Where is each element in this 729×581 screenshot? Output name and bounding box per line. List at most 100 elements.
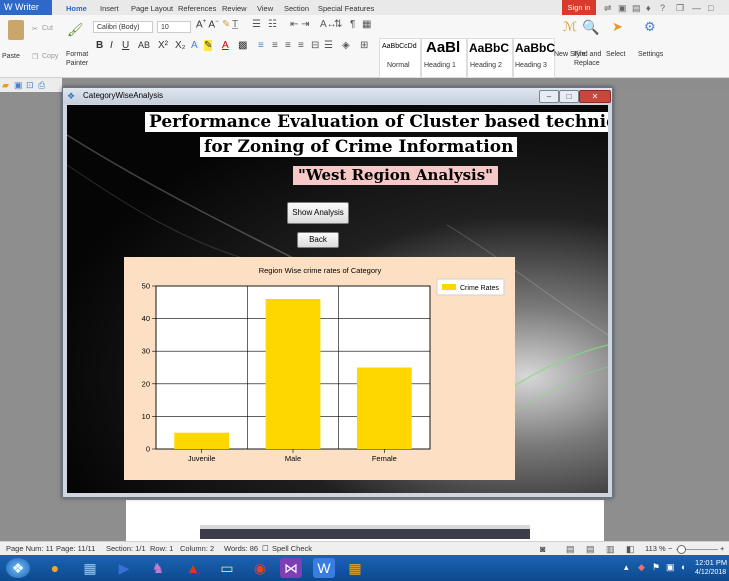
web-view-icon[interactable]: ▥ xyxy=(606,542,615,556)
borders-icon[interactable]: ⊞ xyxy=(360,40,368,51)
matlab-icon[interactable]: ▲ xyxy=(182,558,204,578)
skin-icon[interactable]: ▣ xyxy=(618,3,627,14)
numbering-icon[interactable]: ☷ xyxy=(268,19,277,30)
zoom-out-icon[interactable]: − xyxy=(668,542,672,556)
format-painter-icon[interactable]: 🖌 xyxy=(67,22,84,38)
shading-icon[interactable]: ◈ xyxy=(342,40,350,51)
show-analysis-button[interactable]: Show Analysis xyxy=(287,202,349,224)
paste-icon[interactable] xyxy=(8,20,24,40)
distribute-icon[interactable]: ⊟ xyxy=(311,40,319,51)
help-icon[interactable]: ? xyxy=(660,3,665,13)
select-button[interactable]: Select xyxy=(606,51,625,58)
font-name-select[interactable]: Calibri (Body) xyxy=(93,21,153,33)
paste-button[interactable]: Paste xyxy=(2,53,20,60)
checkbox-icon[interactable]: ☐ xyxy=(262,542,269,556)
gift-icon[interactable]: ♦ xyxy=(646,3,651,13)
tray-flag-icon[interactable]: ⚑ xyxy=(652,562,660,573)
sign-in-button[interactable]: Sign in xyxy=(562,0,596,15)
style-heading3[interactable]: AaBbC Heading 3 xyxy=(513,38,555,78)
style-heading2[interactable]: AaBbC Heading 2 xyxy=(467,38,513,78)
sort-icon[interactable]: ⇅ xyxy=(334,19,342,30)
indent-icon[interactable]: ⇤ ⇥ xyxy=(290,19,310,30)
open-folder-icon[interactable]: ▰ xyxy=(2,80,9,91)
writer-app-button[interactable]: W Writer xyxy=(0,0,52,15)
scissors-icon[interactable]: ✂ xyxy=(32,25,38,33)
clear-format-icon[interactable]: ✎ xyxy=(222,19,230,30)
line-spacing-icon[interactable]: ☰ xyxy=(324,40,333,51)
zoom-level[interactable]: 113 % xyxy=(645,542,666,556)
chrome-icon[interactable]: ◉ xyxy=(249,558,271,578)
tray-notification-icon[interactable]: ◆ xyxy=(638,562,645,573)
underline-icon[interactable]: U xyxy=(122,40,129,51)
app-taskbar-icon[interactable]: ▦ xyxy=(344,558,366,578)
align-left-icon[interactable]: ≡ xyxy=(258,40,264,51)
page-view-icon[interactable]: ▤ xyxy=(566,542,575,556)
reading-view-icon[interactable]: ◧ xyxy=(626,542,635,556)
format-painter-label-1[interactable]: Format xyxy=(66,51,88,58)
zoom-in-icon[interactable]: + xyxy=(720,542,724,556)
align-right-icon[interactable]: ≡ xyxy=(285,40,291,51)
tab-review[interactable]: Review xyxy=(222,2,247,15)
media-player-icon[interactable]: ▶ xyxy=(113,558,135,578)
print-preview-icon[interactable]: ⊡ xyxy=(26,80,34,91)
view-mode-icon[interactable]: ◙ xyxy=(540,542,545,556)
find-replace-icon[interactable]: 🔍 xyxy=(582,19,599,36)
justify-icon[interactable]: ≡ xyxy=(298,40,304,51)
window-maximize-button[interactable]: □ xyxy=(559,90,579,103)
tray-volume-icon[interactable]: ◖ xyxy=(680,562,685,572)
font-size-select[interactable]: 10 xyxy=(157,21,191,33)
text-effect-icon[interactable]: A xyxy=(191,40,198,51)
category-analysis-window[interactable]: ❖ CategoryWiseAnalysis – □ ✕ Performance… xyxy=(62,87,613,498)
phonetic-icon[interactable]: T̲ xyxy=(232,19,238,30)
window-close-button[interactable]: ✕ xyxy=(579,90,611,103)
back-button[interactable]: Back xyxy=(297,232,339,248)
tab-section[interactable]: Section xyxy=(284,2,309,15)
restore-icon[interactable]: ❐ xyxy=(676,3,684,14)
outline-view-icon[interactable]: ▤ xyxy=(586,542,595,556)
cut-button[interactable]: Cut xyxy=(42,25,53,32)
tab-insert[interactable]: Insert xyxy=(100,2,119,15)
tab-view[interactable]: View xyxy=(257,2,273,15)
visual-studio-icon[interactable]: ⋈ xyxy=(280,558,302,578)
zoom-slider-handle[interactable] xyxy=(677,545,686,554)
clock-date[interactable]: 4/12/2018 xyxy=(695,569,726,576)
font-color-icon[interactable]: A xyxy=(222,40,229,51)
format-painter-label-2[interactable]: Painter xyxy=(66,60,88,67)
file-explorer-icon[interactable]: ▭ xyxy=(216,558,238,578)
layout-icon[interactable]: ▤ xyxy=(632,3,641,14)
bold-icon[interactable]: B xyxy=(96,40,103,51)
strikethrough-icon[interactable]: AB xyxy=(138,40,150,50)
font-grow-icon[interactable]: A+ A− xyxy=(196,19,219,30)
save-icon[interactable]: ▣ xyxy=(14,80,23,91)
select-cursor-icon[interactable]: ➤ xyxy=(612,19,623,35)
settings-button[interactable]: Settings xyxy=(638,51,663,58)
search-people-icon[interactable]: ♞ xyxy=(147,558,169,578)
subscript-icon[interactable]: X₂ xyxy=(175,40,186,51)
maximize-icon[interactable]: □ xyxy=(708,3,713,13)
align-center-icon[interactable]: ≡ xyxy=(272,40,278,51)
copy-button[interactable]: Copy xyxy=(42,53,58,60)
style-normal[interactable]: AaBbCcDd Normal xyxy=(379,38,421,78)
tray-arrow-icon[interactable]: ▴ xyxy=(624,562,629,573)
tray-network-icon[interactable]: ▣ xyxy=(666,562,675,573)
find-replace-label-1[interactable]: Find and xyxy=(574,51,601,58)
clock-time[interactable]: 12:01 PM xyxy=(695,558,727,567)
tab-page-layout[interactable]: Page Layout xyxy=(131,2,173,15)
italic-icon[interactable]: I xyxy=(110,40,113,51)
bullets-icon[interactable]: ☰ xyxy=(252,19,261,30)
highlight-icon[interactable]: ✎ xyxy=(204,40,213,51)
find-replace-label-2[interactable]: Replace xyxy=(574,60,600,67)
copy-icon[interactable]: ❐ xyxy=(32,53,38,61)
window-minimize-button[interactable]: – xyxy=(539,90,559,103)
share-icon[interactable]: ⇌ xyxy=(604,3,612,14)
settings-icon[interactable]: ⚙ xyxy=(644,19,656,35)
superscript-icon[interactable]: X² xyxy=(158,40,168,51)
firefox-icon[interactable]: ● xyxy=(44,558,66,578)
documents-icon[interactable]: ▦ xyxy=(79,558,101,578)
tab-special-features[interactable]: Special Features xyxy=(318,2,374,15)
style-heading1[interactable]: AaBl Heading 1 xyxy=(421,38,467,78)
start-button-icon[interactable]: ❖ xyxy=(6,558,30,578)
tab-references[interactable]: References xyxy=(178,2,216,15)
print-icon[interactable]: ⎙ xyxy=(38,80,45,91)
char-shading-icon[interactable]: ▩ xyxy=(238,40,247,51)
